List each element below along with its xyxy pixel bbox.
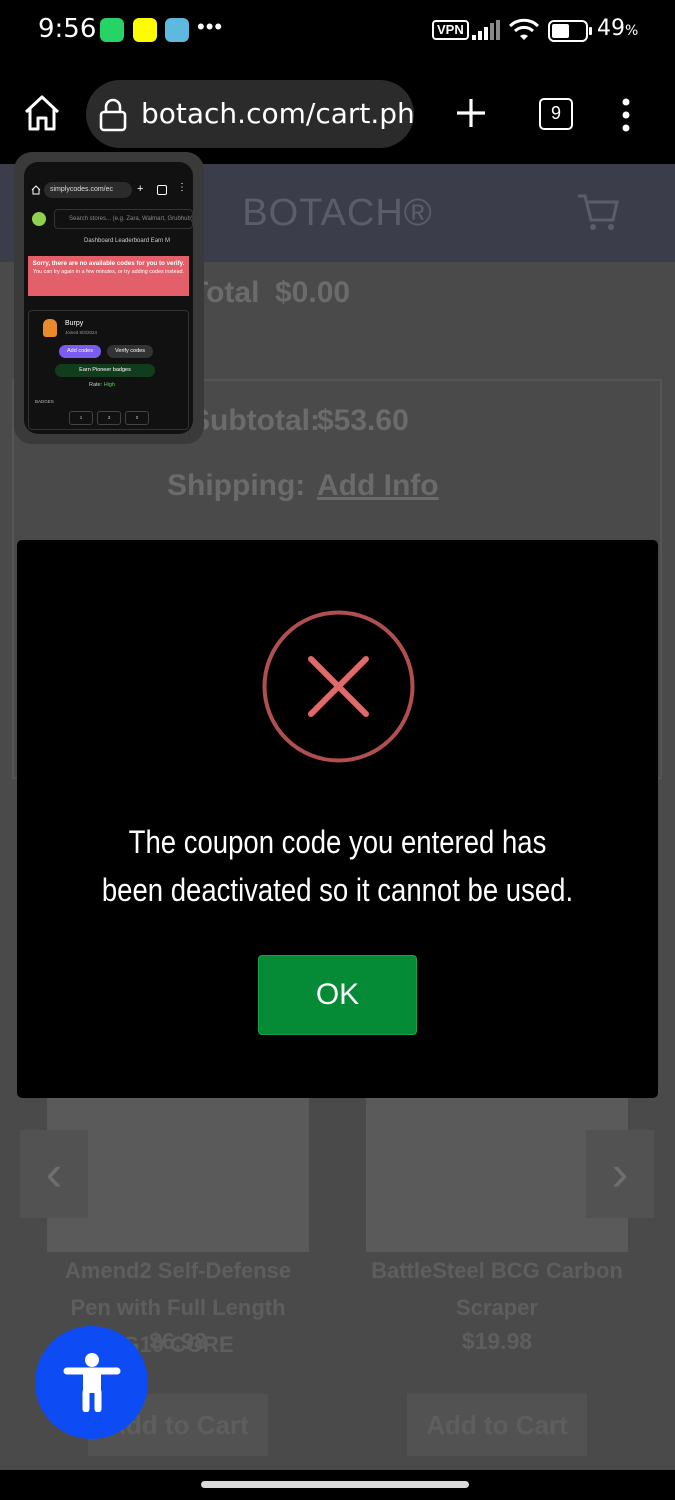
home-icon <box>31 185 41 195</box>
shipping-label: Shipping: <box>167 469 306 502</box>
url-text: botach.com/cart.php <box>141 97 414 130</box>
badge-item: 1 <box>69 411 93 425</box>
accessibility-button[interactable] <box>35 1326 148 1439</box>
total-value: $0.00 <box>275 276 351 309</box>
product-price: $19.98 <box>461 1328 533 1354</box>
gesture-bar <box>0 1470 675 1500</box>
home-icon[interactable] <box>22 94 62 132</box>
product-name[interactable]: BattleSteel BCG Carbon Scraper <box>366 1252 628 1326</box>
pip-window[interactable]: simplycodes.com/ec + ⋮ Search stores... … <box>24 162 193 434</box>
badge-item: 3 <box>97 411 121 425</box>
avatar <box>43 319 57 337</box>
more-notifications-icon: ••• <box>197 14 224 39</box>
pip-alert: Sorry, there are no available codes for … <box>28 256 189 296</box>
pip-badge-row: 1 3 0 <box>69 411 149 425</box>
pip-add-codes-button: Add codes <box>59 345 101 358</box>
cart-icon[interactable] <box>576 192 620 232</box>
wifi-icon <box>508 18 540 40</box>
shipping-add-info-link[interactable]: Add Info <box>317 469 439 503</box>
pip-verify-codes-button: Verify codes <box>107 345 153 358</box>
pip-badges-label: BADGES <box>35 399 54 404</box>
new-tab-icon[interactable] <box>454 96 488 130</box>
pip-rate: Rate: High <box>89 382 115 388</box>
status-bar: 9:56 ••• VPN 49% <box>0 0 675 62</box>
signal-icon <box>472 20 500 40</box>
tab-switcher-button[interactable]: 9 <box>539 98 573 130</box>
status-time: 9:56 <box>38 14 97 44</box>
battery-icon <box>548 20 592 42</box>
subtotal-value: $53.60 <box>317 404 409 437</box>
snapchat-icon <box>133 18 157 42</box>
gesture-handle[interactable] <box>201 1481 469 1488</box>
lock-icon <box>99 98 127 132</box>
pip-nav: Dashboard Leaderboard Earn M <box>84 238 171 244</box>
carousel-next-icon[interactable]: › <box>586 1130 654 1218</box>
menu-icon: ⋮ <box>177 182 187 193</box>
pip-earn-badges-button: Earn Pioneer badges <box>55 364 155 377</box>
pip-search-input: Search stores... (e.g. Zara, Walmart, Gr… <box>54 209 193 229</box>
simplycodes-logo-icon <box>32 212 46 226</box>
vpn-badge: VPN <box>432 20 469 40</box>
pip-alert-title: Sorry, there are no available codes for … <box>32 260 185 267</box>
pip-rate-value: High <box>103 382 115 388</box>
carousel-prev-icon[interactable]: ‹ <box>20 1130 88 1218</box>
pip-alert-sub: You can try again in a few minutes, or t… <box>32 269 185 275</box>
address-bar[interactable]: botach.com/cart.php <box>86 80 414 148</box>
pip-rate-label: Rate: <box>89 382 103 388</box>
whatsapp-icon <box>100 18 124 42</box>
browser-toolbar: botach.com/cart.php 9 <box>0 62 675 164</box>
tab-switcher-icon <box>157 185 167 195</box>
app-icon <box>165 18 189 42</box>
battery-level: 49% <box>597 16 639 41</box>
pip-profile-card: Burpy Joined 8/3/2024 Add codes Verify c… <box>28 310 189 430</box>
new-tab-icon: + <box>137 183 144 195</box>
menu-icon[interactable] <box>620 98 632 132</box>
pip-address-bar: simplycodes.com/ec <box>44 182 132 198</box>
accessibility-icon <box>63 1353 121 1412</box>
badge-item: 0 <box>125 411 149 425</box>
dialog-message: The coupon code you entered has been dea… <box>101 824 574 908</box>
error-dialog: The coupon code you entered has been dea… <box>17 540 658 1098</box>
pip-joined: Joined 8/3/2024 <box>65 330 98 335</box>
add-to-cart-button[interactable]: Add to Cart <box>407 1394 587 1456</box>
subtotal-label: Subtotal: <box>190 404 320 437</box>
error-x-icon <box>262 610 415 763</box>
pip-user-name: Burpy <box>65 320 84 327</box>
ok-button[interactable]: OK <box>258 955 417 1035</box>
